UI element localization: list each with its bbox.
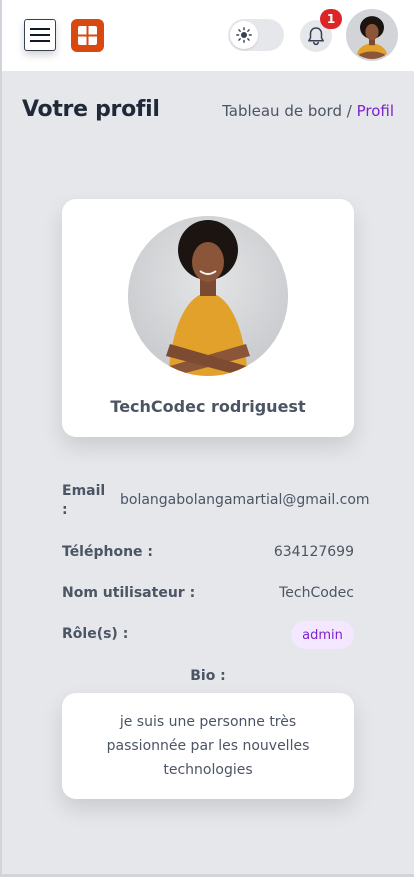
profile-full-name: TechCodec rodriguest [110,397,306,416]
bio-text: je suis une personne très passionnée par… [106,714,310,778]
profile-card: TechCodec rodriguest [62,199,354,437]
phone-value: 634127699 [273,544,354,560]
role-badge: admin [291,621,354,649]
profile-photo-image [128,216,288,376]
bell-icon [308,27,324,46]
username-value: TechCodec [279,585,354,601]
page-title: Votre profil [22,97,160,122]
username-label: Nom utilisateur : [62,585,196,601]
menu-toggle-button[interactable] [24,19,56,51]
roles-label: Rôle(s) : [62,626,129,642]
top-navbar: 1 [0,0,414,71]
breadcrumb-separator: / [341,102,357,120]
email-value: bolangabolangamartial@gmail.com [120,492,370,508]
theme-toggle[interactable] [228,19,284,51]
breadcrumb-current-page: Profil [356,102,394,120]
user-avatar[interactable] [348,11,396,59]
user-photo-small [348,11,396,59]
notification-count-badge: 1 [320,9,342,29]
app-logo[interactable] [71,19,104,52]
bio-card: je suis une personne très passionnée par… [62,693,354,799]
theme-toggle-knob [230,21,258,49]
breadcrumb: Tableau de bord / Profil [222,102,394,120]
breadcrumb-dashboard-link[interactable]: Tableau de bord [222,102,342,120]
bio-label: Bio : [190,668,226,684]
grid-logo-icon [78,26,97,45]
sun-icon [236,27,252,43]
email-label: Email : [62,483,106,518]
profile-photo [128,216,288,376]
hamburger-menu-icon [30,28,50,42]
page-left-border [0,71,2,877]
phone-label: Téléphone : [62,544,154,560]
